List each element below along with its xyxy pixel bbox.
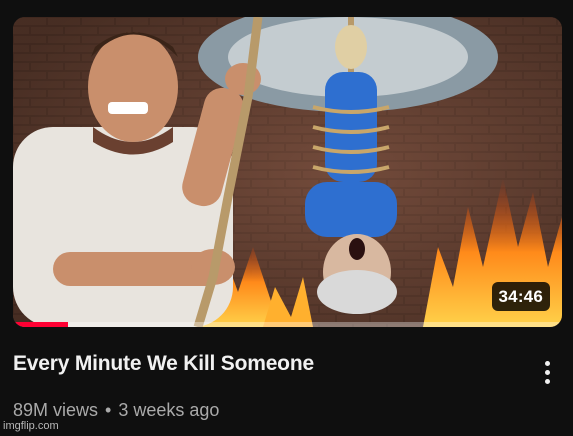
- watch-progress-bar: [13, 322, 562, 327]
- video-duration-badge: 34:46: [491, 282, 550, 311]
- upload-age: 3 weeks ago: [118, 400, 220, 420]
- thumbnail-image: [13, 17, 562, 327]
- view-count: 89M views: [13, 400, 99, 420]
- video-thumbnail[interactable]: 34:46: [13, 17, 562, 327]
- more-actions-button[interactable]: [532, 354, 562, 390]
- more-vertical-icon: [544, 360, 550, 366]
- video-card: 34:46 Every Minute We Kill Someone 89M v…: [0, 0, 573, 436]
- more-vertical-icon-dot: [544, 369, 550, 375]
- watermark: imgflip.com: [3, 420, 59, 432]
- video-metadata: 89M views • 3 weeks ago: [13, 400, 219, 421]
- meta-separator: •: [105, 400, 112, 420]
- watch-progress-fill: [13, 322, 68, 327]
- more-vertical-icon-dot: [544, 378, 550, 384]
- video-title[interactable]: Every Minute We Kill Someone: [13, 352, 523, 376]
